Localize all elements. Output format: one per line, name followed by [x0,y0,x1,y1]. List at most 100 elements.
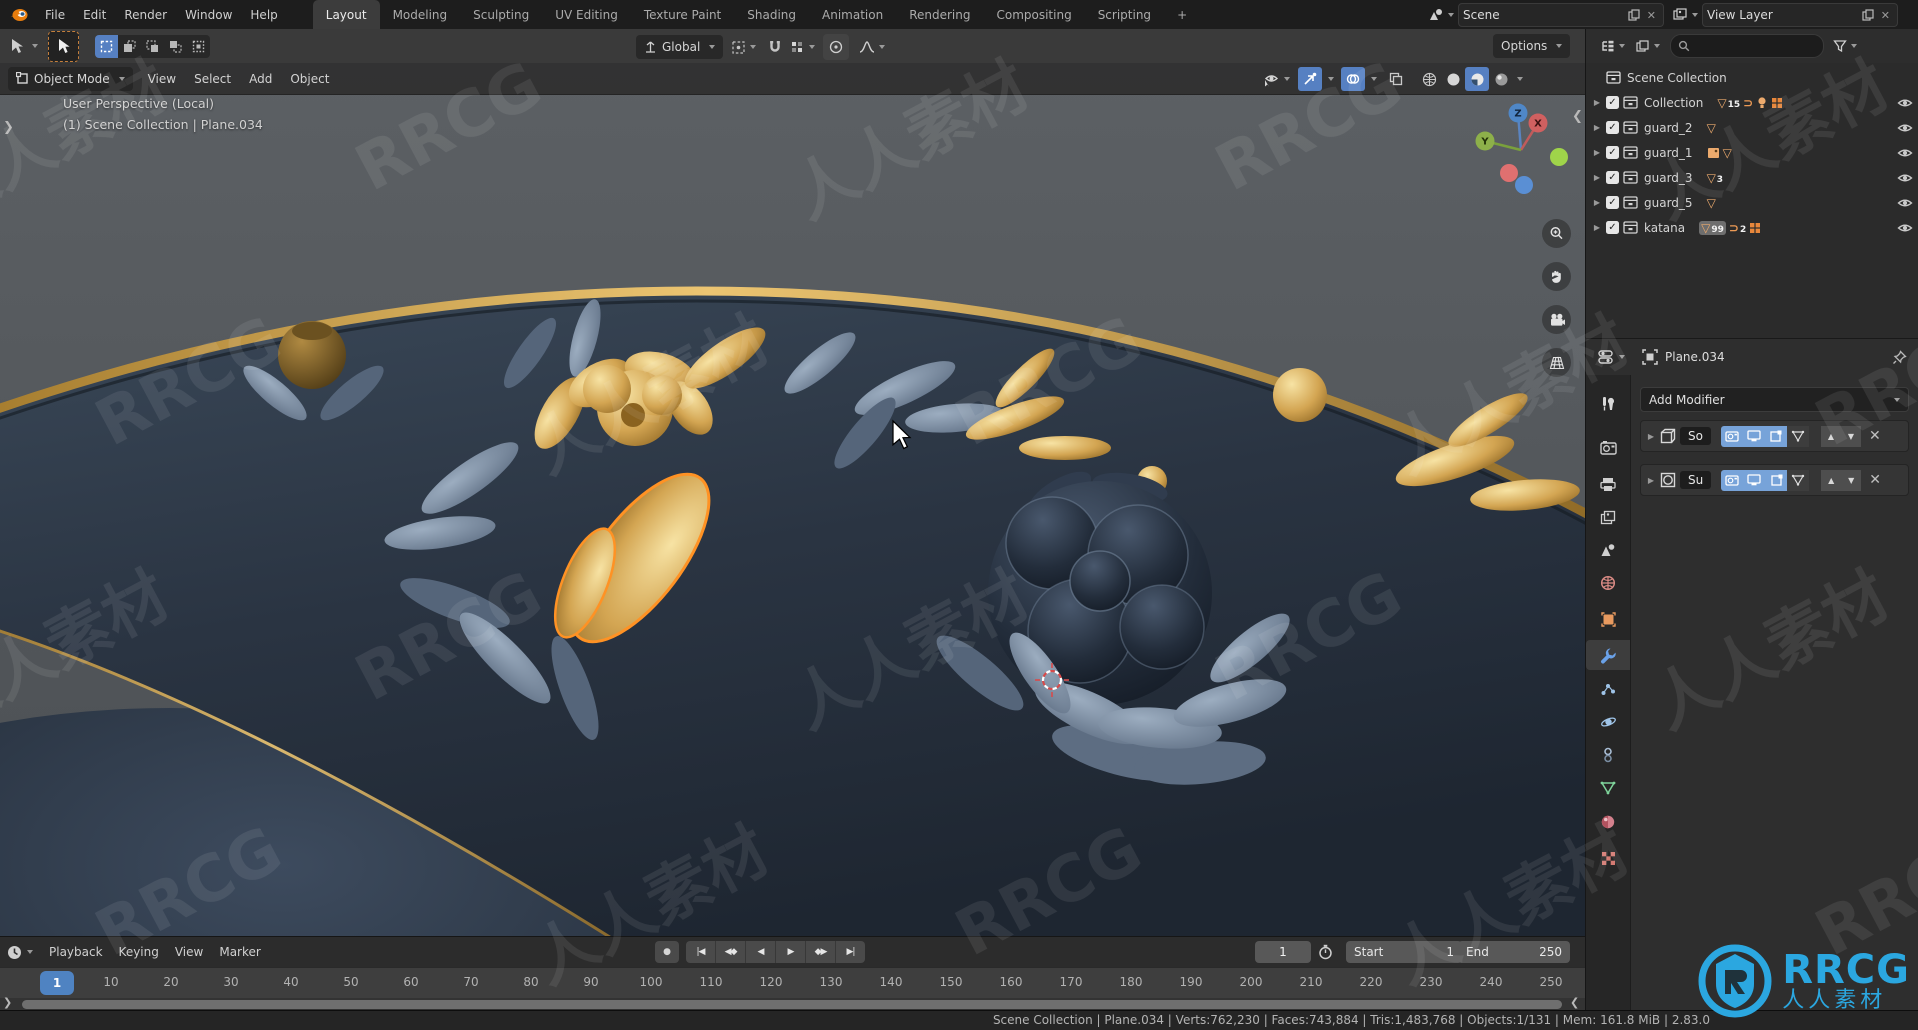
play-button[interactable]: ▶ [776,941,806,963]
snap-settings-dropdown[interactable] [790,40,816,55]
menu-render[interactable]: Render [115,0,176,29]
jump-to-start-button[interactable]: |◀ [686,941,716,963]
modifier-name-field[interactable]: Su [1680,471,1712,489]
hide-viewport-eye-icon[interactable] [1897,146,1913,160]
properties-tab-tool[interactable] [1586,389,1630,419]
remove-view-layer-icon[interactable]: ✕ [1878,9,1893,22]
properties-tab-constraints[interactable] [1586,740,1630,770]
viewport-menu-select[interactable]: Select [185,72,240,86]
modifier-name-field[interactable]: So [1680,427,1711,445]
modifier-cage-toggle[interactable] [1786,425,1809,447]
scene-name-field[interactable]: Scene ✕ [1458,3,1664,27]
tab-rendering[interactable]: Rendering [896,0,983,29]
timeline-left-arrow[interactable]: ❯ [3,996,12,1009]
expand-arrow-icon[interactable]: ▶ [1646,432,1656,441]
modifier-viewport-toggle[interactable] [1742,425,1765,447]
view-layer-icon[interactable] [1672,7,1698,23]
modifier-row-su[interactable]: ▶ Su ▲ ▼ ✕ [1640,464,1909,496]
viewport-menu-add[interactable]: Add [240,72,281,86]
modifier-editmode-toggle[interactable] [1764,425,1787,447]
overlays-toggle-icon[interactable] [1341,67,1365,91]
properties-tab-particles[interactable] [1586,674,1630,704]
modifier-delete-button[interactable]: ✕ [1869,428,1881,444]
current-frame-field[interactable]: 1 [1255,941,1311,963]
shading-wireframe-icon[interactable] [1417,67,1441,91]
outliner-display-mode-dropdown[interactable] [1600,39,1625,54]
unlink-scene-icon[interactable]: ✕ [1644,9,1659,22]
add-modifier-dropdown[interactable]: Add Modifier [1640,387,1909,412]
hide-viewport-eye-icon[interactable] [1897,171,1913,185]
modifier-viewport-toggle[interactable] [1743,469,1766,491]
frame-end-field[interactable]: End 250 [1458,941,1570,963]
timeline-frame-strip[interactable]: 1 10 20 30 40 50 60 70 80 90 100 110 120 130 140 150 16… [0,967,1585,998]
properties-tab-world[interactable] [1586,568,1630,598]
view-layer-name-field[interactable]: View Layer ✕ [1702,3,1898,27]
tab-compositing[interactable]: Compositing [983,0,1084,29]
play-reverse-button[interactable]: ◀ [746,941,776,963]
expand-arrow-icon[interactable]: ▶ [1592,123,1602,132]
select-mode-set[interactable] [95,34,118,58]
properties-tab-render[interactable] [1586,433,1630,463]
options-dropdown[interactable]: Options [1493,34,1571,58]
ortho-perspective-icon[interactable] [1542,348,1571,377]
expand-arrow-icon[interactable]: ▶ [1646,476,1656,485]
copy-view-layer-icon[interactable] [1862,9,1874,21]
modifier-move-up-button[interactable]: ▲ [1821,469,1842,491]
select-mode-intersect[interactable] [187,34,210,58]
modifier-render-toggle[interactable] [1720,425,1743,447]
timeline-scrollbar[interactable] [22,1000,1562,1009]
tab-texture-paint[interactable]: Texture Paint [631,0,734,29]
tab-uv-editing[interactable]: UV Editing [542,0,631,29]
shading-solid-icon[interactable] [1441,67,1465,91]
modifier-move-down-button[interactable]: ▼ [1840,425,1861,447]
expand-arrow-icon[interactable]: ▶ [1592,223,1602,232]
pin-icon[interactable] [1892,349,1907,365]
outliner-item-guard_3[interactable]: ▶ ✓ guard_3 ▽ 3 [1586,165,1918,190]
menu-file[interactable]: File [36,0,74,29]
outliner-item-guard_5[interactable]: ▶ ✓ guard_5 ▽ [1586,190,1918,215]
select-mode-subtract[interactable] [141,34,164,58]
pivot-point-dropdown[interactable] [731,40,757,55]
copy-scene-icon[interactable] [1628,9,1640,21]
timeline-menu-view[interactable]: View [167,945,211,959]
outliner-item-guard_2[interactable]: ▶ ✓ guard_2 ▽ [1586,115,1918,140]
hide-viewport-eye-icon[interactable] [1897,221,1913,235]
modifier-cage-toggle[interactable] [1787,469,1810,491]
breadcrumb-object-name[interactable]: Plane.034 [1665,350,1725,364]
pan-hand-icon[interactable] [1542,262,1571,291]
expand-arrow-icon[interactable]: ▶ [1592,198,1602,207]
menu-window[interactable]: Window [176,0,241,29]
tab-sculpting[interactable]: Sculpting [460,0,542,29]
camera-view-icon[interactable] [1542,305,1571,334]
viewport-canvas[interactable]: User Perspective (Local) (1) Scene Colle… [0,63,1585,936]
timeline-right-arrow[interactable]: ❮ [1570,996,1579,1009]
tab-modeling[interactable]: Modeling [380,0,461,29]
outliner-search-input[interactable] [1670,34,1824,58]
menu-edit[interactable]: Edit [74,0,115,29]
select-mode-invert[interactable] [164,34,187,58]
timeline-editor-type-icon[interactable] [6,944,33,961]
scene-icon[interactable] [1428,7,1454,23]
expand-arrow-icon[interactable]: ▶ [1592,148,1602,157]
modifier-render-toggle[interactable] [1721,469,1744,491]
select-mode-extend[interactable] [118,34,141,58]
collection-checkbox[interactable]: ✓ [1606,221,1619,234]
tab-scripting[interactable]: Scripting [1085,0,1164,29]
viewport-menu-object[interactable]: Object [281,72,338,86]
zoom-tool-icon[interactable] [1542,219,1571,248]
modifier-move-up-button[interactable]: ▲ [1820,425,1841,447]
mode-selector[interactable]: Object Mode [8,66,133,91]
snap-toggle-icon[interactable] [768,40,782,55]
collection-checkbox[interactable]: ✓ [1606,121,1619,134]
outliner-root-row[interactable]: Scene Collection [1586,65,1918,90]
navigation-gizmo[interactable]: Z X Y [1462,101,1574,219]
collection-checkbox[interactable]: ✓ [1606,171,1619,184]
properties-tab-material[interactable] [1586,807,1630,837]
properties-tab-physics[interactable] [1586,707,1630,737]
properties-tab-texture[interactable] [1586,843,1630,873]
timeline-menu-marker[interactable]: Marker [211,945,268,959]
properties-tab-output[interactable] [1586,469,1630,499]
toolbar-expand-arrow[interactable]: ❯ [3,120,14,135]
shading-material-preview-icon[interactable] [1465,67,1489,91]
hide-viewport-eye-icon[interactable] [1897,96,1913,110]
